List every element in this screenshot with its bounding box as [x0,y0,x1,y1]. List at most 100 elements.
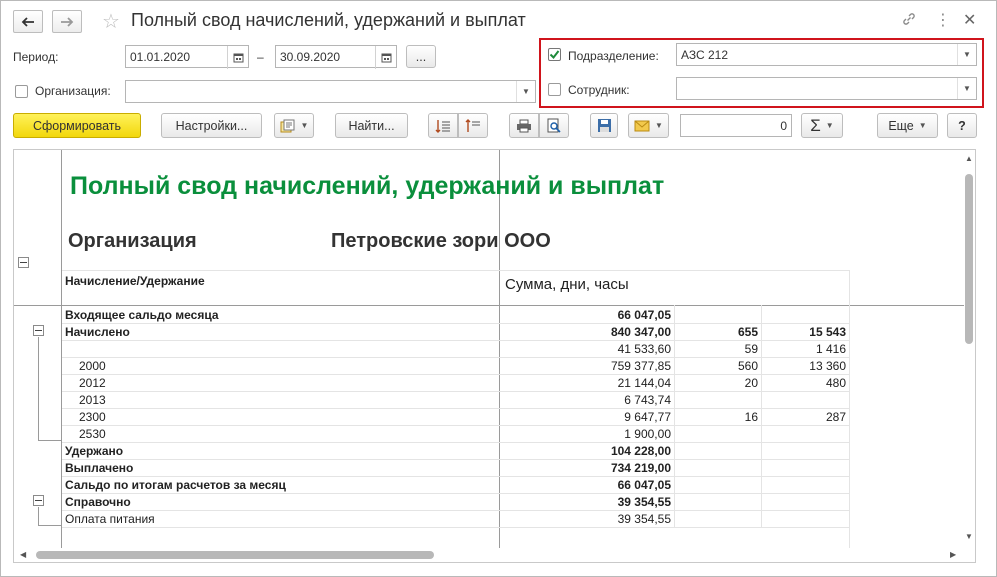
more-actions-icon[interactable]: ⋮ [935,10,951,30]
sum-mode-button[interactable]: Σ ▼ [801,113,843,138]
table-cell-sum[interactable]: 39 354,55 [574,512,671,526]
table-cell-days[interactable]: 655 [674,325,758,339]
table-cell-sum[interactable]: 21 144,04 [574,376,671,390]
organization-field[interactable]: ▼ [125,80,536,103]
organization-dropdown-button[interactable]: ▼ [516,81,535,102]
table-cell-hours[interactable]: 15 543 [762,325,846,339]
report-org-label: Организация [68,230,197,252]
settings-button[interactable]: Настройки... [161,113,262,138]
employee-checkbox[interactable] [548,83,561,96]
arrow-right-icon [61,16,74,27]
scroll-left-icon[interactable]: ◀ [20,550,26,559]
send-mail-button[interactable]: ▼ [628,113,669,138]
tree-branch-end [38,525,61,526]
selection-sum-field[interactable]: 0 [680,114,792,137]
row-separator [62,442,850,443]
table-row-label[interactable]: 2012 [79,376,106,390]
employee-field[interactable]: ▼ [676,77,977,100]
table-row-label[interactable]: 2300 [79,410,106,424]
period-label: Период: [13,50,59,64]
scroll-right-icon[interactable]: ▶ [950,550,956,559]
calendar-to-button[interactable] [375,46,396,69]
row-separator [62,459,850,460]
date-to-value: 30.09.2020 [280,50,341,64]
generate-button[interactable]: Сформировать [13,113,141,138]
table-row-label[interactable]: Сальдо по итогам расчетов за месяц [65,478,286,492]
table-cell-days[interactable]: 16 [674,410,758,424]
tree-branch-line [38,337,39,441]
table-cell-sum[interactable]: 39 354,55 [574,495,671,509]
table-cell-hours[interactable]: 287 [762,410,846,424]
table-row-label[interactable]: 2013 [79,393,106,407]
table-row-label[interactable]: Входящее сальдо месяца [65,308,219,322]
print-button[interactable] [509,113,539,138]
table-cell-sum[interactable]: 104 228,00 [574,444,671,458]
table-row-label[interactable]: Справочно [65,495,131,509]
favorite-star-icon[interactable]: ☆ [102,9,120,34]
back-button[interactable] [13,10,43,33]
table-row-label[interactable]: Выплачено [65,461,133,475]
floppy-disk-icon [597,119,611,132]
table-cell-sum[interactable]: 734 219,00 [574,461,671,475]
more-button[interactable]: Еще ▼ [877,113,938,138]
department-checkbox[interactable] [548,48,561,61]
table-row-label[interactable]: Удержано [65,444,123,458]
horizontal-scroll-thumb[interactable] [36,551,434,559]
table-cell-sum[interactable]: 840 347,00 [574,325,671,339]
row-separator [62,476,850,477]
right-grid-line [849,270,850,548]
date-from-field[interactable]: 01.01.2020 [125,45,249,69]
table-cell-sum[interactable]: 1 900,00 [574,427,671,441]
department-label: Подразделение: [568,49,659,63]
table-cell-days[interactable]: 20 [674,376,758,390]
table-cell-sum[interactable]: 6 743,74 [574,393,671,407]
department-dropdown-button[interactable]: ▼ [957,44,976,65]
table-cell-sum[interactable]: 9 647,77 [574,410,671,424]
table-cell-sum[interactable]: 41 533,60 [574,342,671,356]
scroll-up-icon[interactable]: ▲ [965,154,973,163]
expand-groups-button[interactable] [428,113,458,138]
collapse-toggle-accrued[interactable] [33,325,44,336]
department-field[interactable]: АЗС 212 ▼ [676,43,977,66]
table-cell-sum[interactable]: 66 047,05 [574,308,671,322]
chevron-down-icon: ▼ [918,121,927,130]
scroll-down-icon[interactable]: ▼ [965,532,973,541]
vertical-scroll-thumb[interactable] [965,174,973,344]
link-icon[interactable] [901,11,917,31]
period-select-button[interactable]: ... [406,45,436,68]
date-to-field[interactable]: 30.09.2020 [275,45,397,69]
collapse-toggle-header[interactable] [18,257,29,268]
save-button[interactable] [590,113,618,138]
table-cell-sum[interactable]: 759 377,85 [574,359,671,373]
help-button[interactable]: ? [947,113,977,138]
employee-dropdown-button[interactable]: ▼ [957,78,976,99]
table-cell-sum[interactable]: 66 047,05 [574,478,671,492]
find-button[interactable]: Найти... [335,113,408,138]
variant-button[interactable]: ▼ [274,113,314,138]
table-cell-hours[interactable]: 480 [762,376,846,390]
table-row-label[interactable]: 2530 [79,427,106,441]
collapse-groups-button[interactable] [458,113,488,138]
table-cell-days[interactable]: 59 [674,342,758,356]
forward-button[interactable] [52,10,82,33]
close-icon[interactable]: ✕ [963,10,976,30]
header-divider [14,305,964,306]
calendar-from-button[interactable] [227,46,248,69]
arrow-left-icon [21,16,34,27]
printer-icon [517,119,531,132]
chevron-down-icon: ▼ [522,87,530,96]
table-row-label[interactable]: Оплата питания [65,512,155,526]
table-cell-days[interactable]: 560 [674,359,758,373]
table-cell-hours[interactable]: 13 360 [762,359,846,373]
organization-checkbox[interactable] [15,85,28,98]
collapse-toggle-reference[interactable] [33,495,44,506]
collapse-tree-icon [465,118,480,132]
expand-tree-icon [435,119,450,133]
report-variant-icon [280,119,295,132]
table-row-label[interactable]: 2000 [79,359,106,373]
row-separator [62,374,850,375]
report-spreadsheet[interactable]: Полный свод начислений, удержаний и выпл… [13,149,976,563]
table-row-label[interactable]: Начислено [65,325,130,339]
print-preview-button[interactable] [539,113,569,138]
table-cell-hours[interactable]: 1 416 [762,342,846,356]
